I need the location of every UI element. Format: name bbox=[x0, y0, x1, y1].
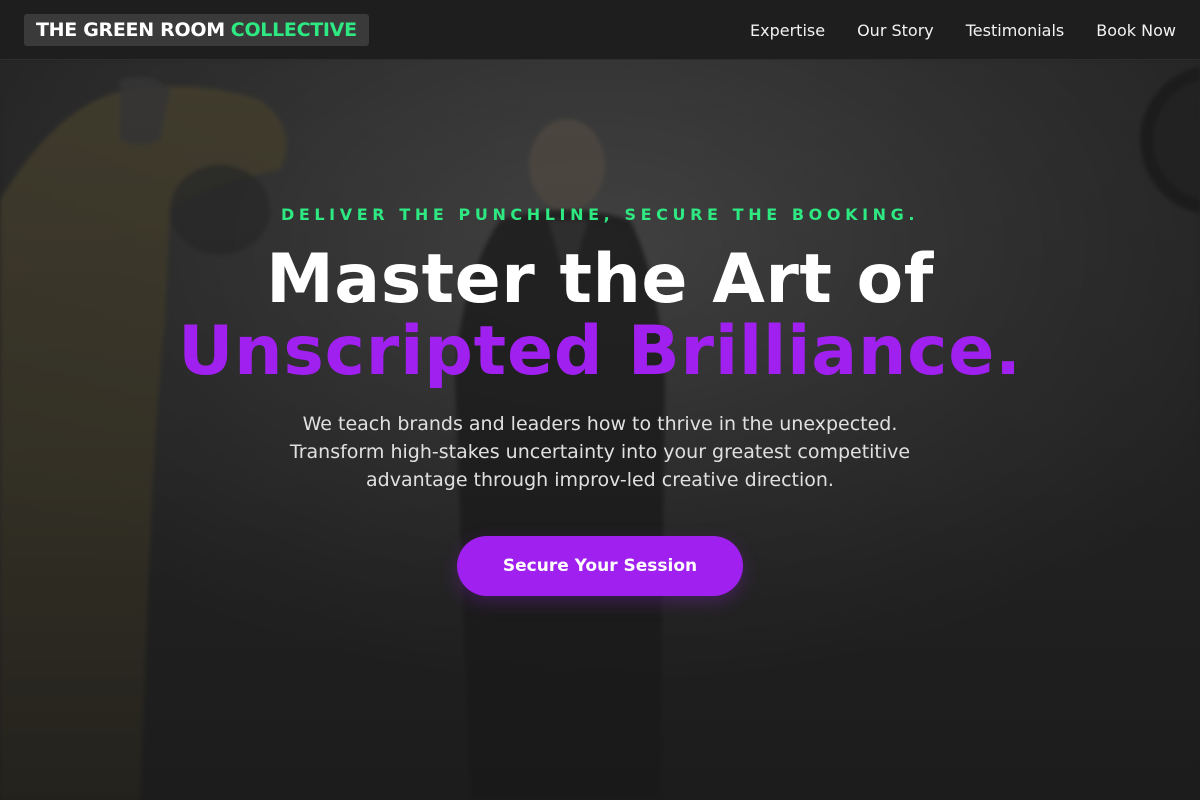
hero-headline-line2: Unscripted Brilliance. bbox=[178, 312, 1022, 391]
nav-link-expertise[interactable]: Expertise bbox=[750, 21, 825, 40]
nav-link-our-story[interactable]: Our Story bbox=[857, 21, 934, 40]
brand-logo[interactable]: THE GREEN ROOM COLLECTIVE bbox=[24, 14, 369, 46]
hero-subtext: We teach brands and leaders how to thriv… bbox=[0, 410, 1200, 494]
hero-subtext-line: Transform high-stakes uncertainty into y… bbox=[289, 441, 911, 463]
hero-subtext-line: We teach brands and leaders how to thriv… bbox=[302, 413, 898, 435]
nav-link-testimonials[interactable]: Testimonials bbox=[966, 21, 1065, 40]
brand-name: THE GREEN ROOM bbox=[36, 19, 225, 41]
site-header: THE GREEN ROOM COLLECTIVE Expertise Our … bbox=[0, 0, 1200, 60]
secure-session-button[interactable]: Secure Your Session bbox=[457, 536, 743, 596]
hero-eyebrow: DELIVER THE PUNCHLINE, SECURE THE BOOKIN… bbox=[280, 205, 920, 224]
brand-name-accent: COLLECTIVE bbox=[230, 19, 357, 41]
hero-subtext-line: advantage through improv-led creative di… bbox=[366, 469, 834, 491]
nav-link-book-now[interactable]: Book Now bbox=[1096, 21, 1176, 40]
main-nav: Expertise Our Story Testimonials Book No… bbox=[750, 0, 1176, 60]
landing-page: THE GREEN ROOM COLLECTIVE Expertise Our … bbox=[0, 0, 1200, 800]
